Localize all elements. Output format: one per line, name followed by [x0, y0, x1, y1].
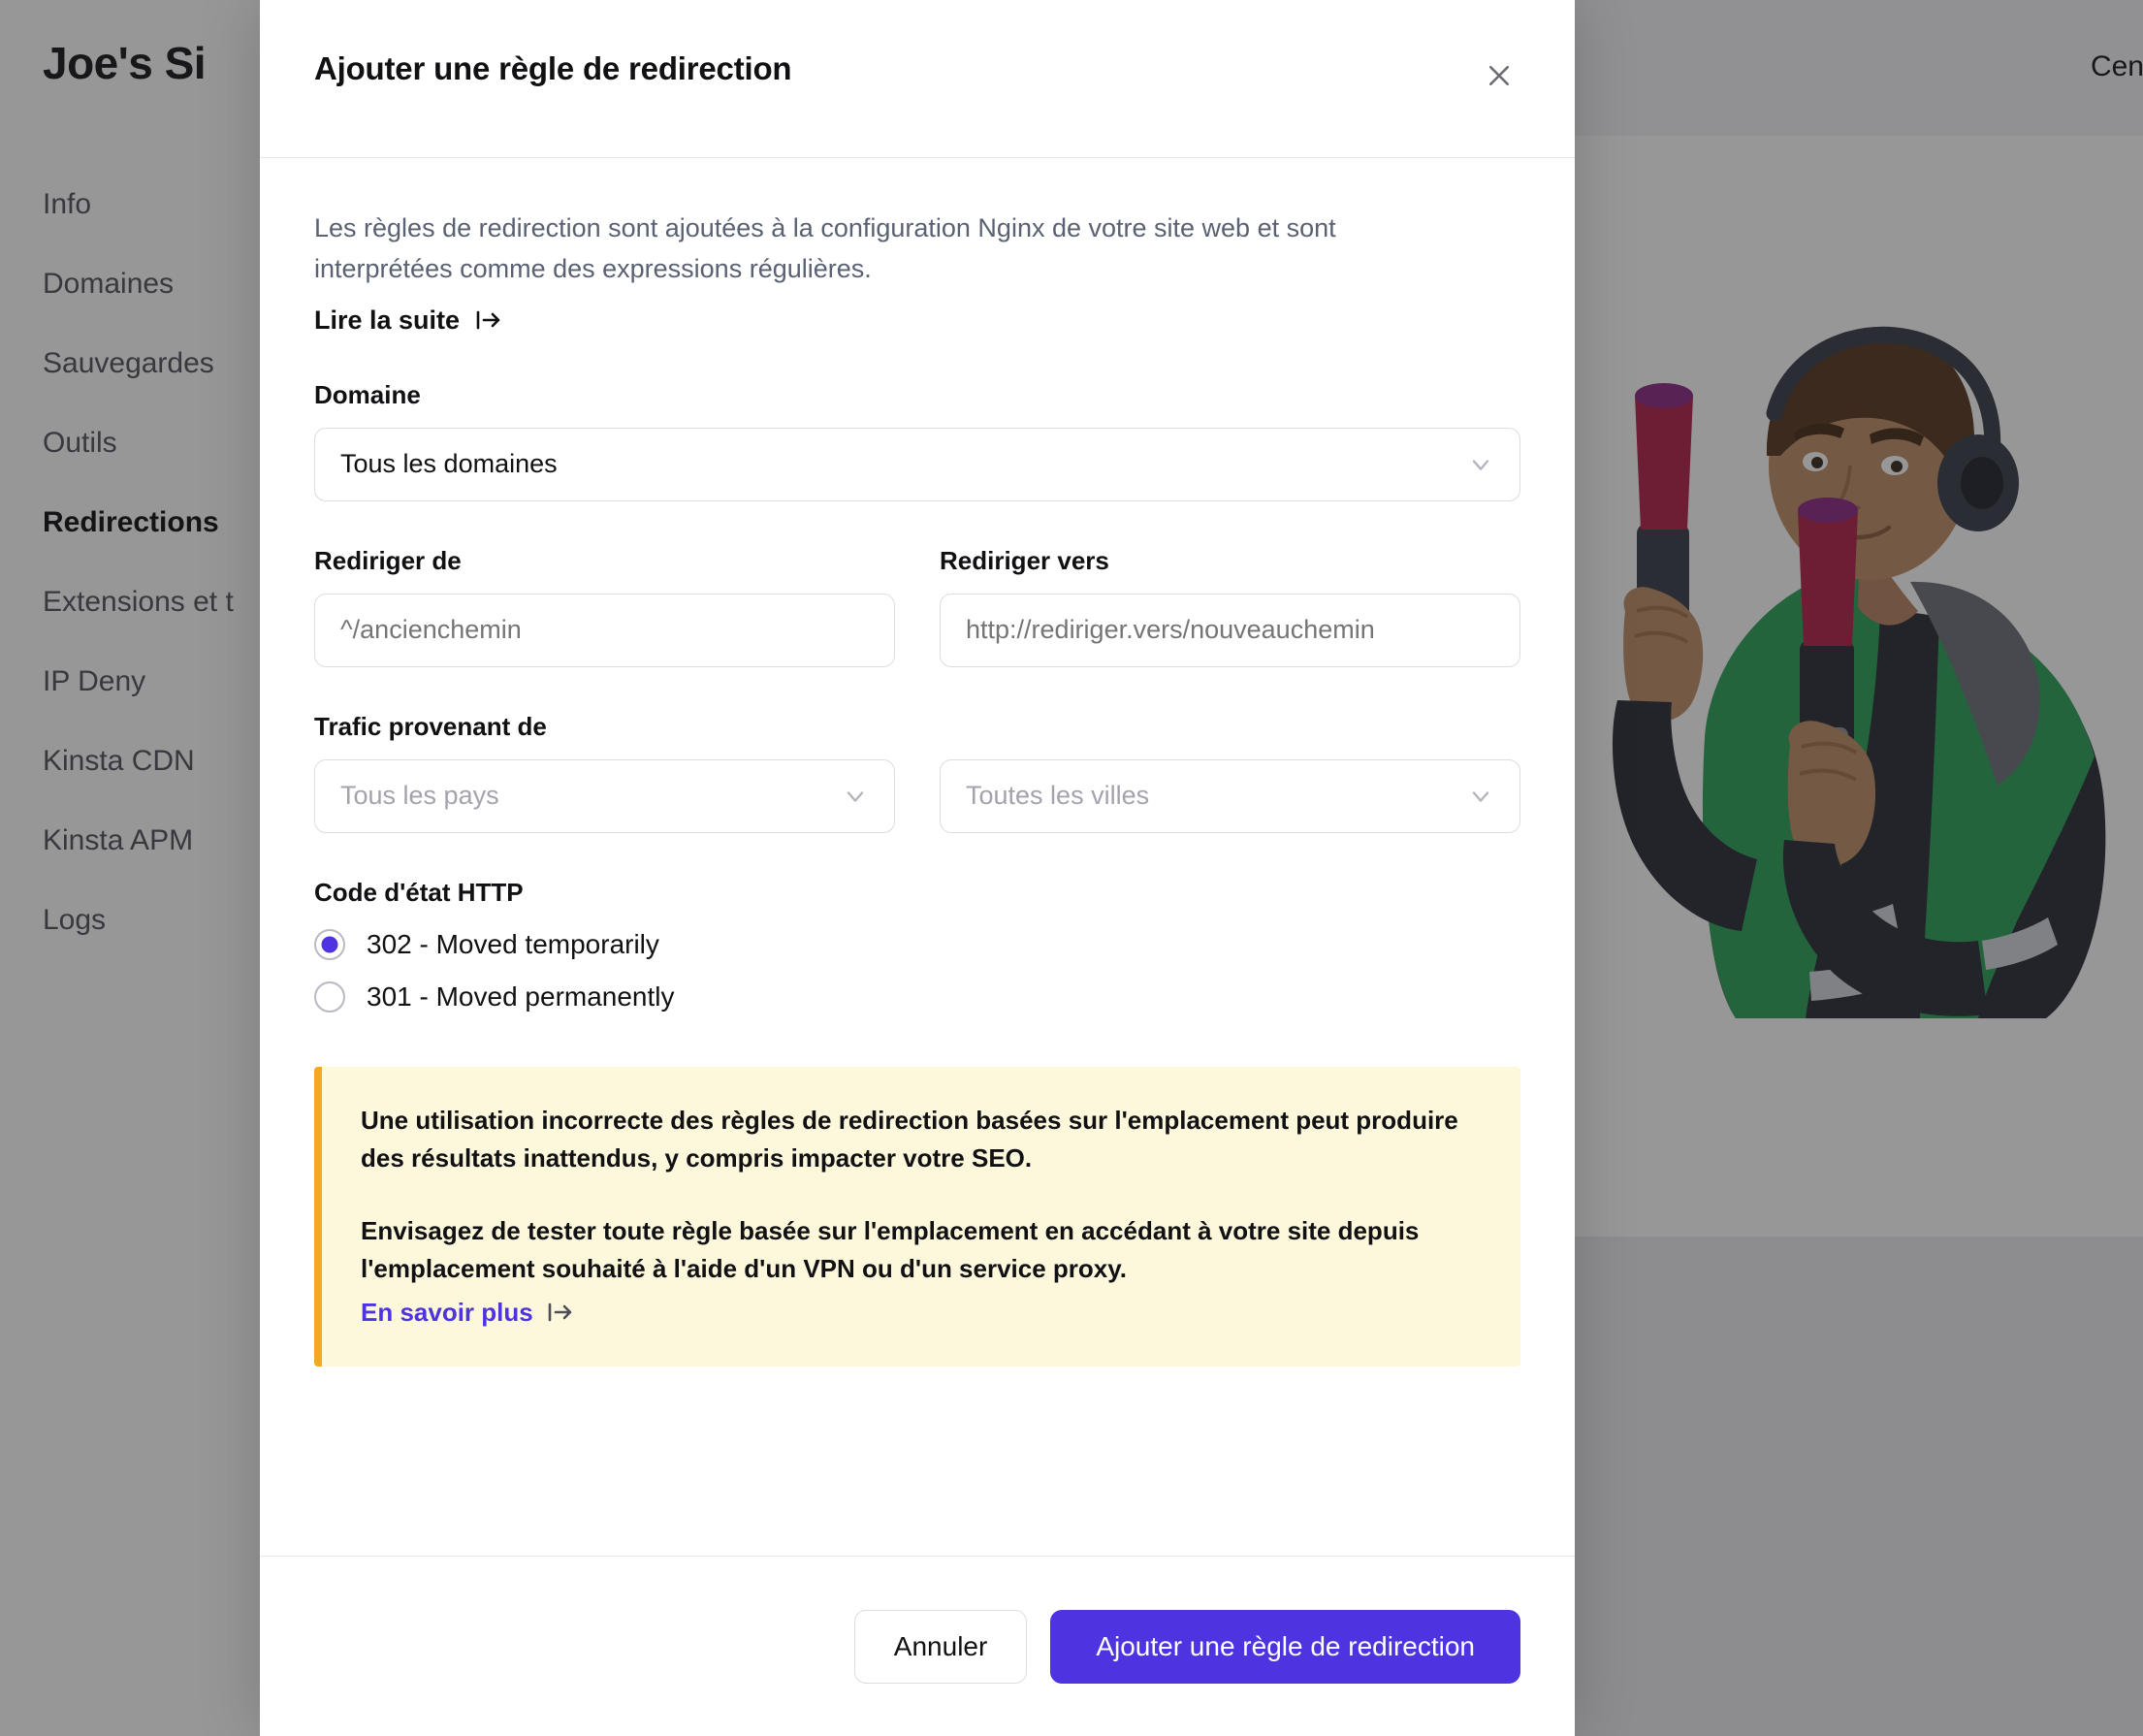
modal-intro-text: Les règles de redirection sont ajoutées … [314, 213, 1336, 283]
warning-paragraph-2: Envisagez de tester toute règle basée su… [361, 1215, 1420, 1283]
redirect-from-input[interactable] [314, 593, 895, 667]
external-link-icon [475, 308, 502, 332]
radio-301[interactable] [314, 981, 345, 1013]
learn-more-link[interactable]: En savoir plus [361, 1298, 574, 1328]
city-select[interactable]: Toutes les villes [940, 758, 1520, 833]
status-option-302-label: 302 - Moved temporarily [367, 928, 659, 959]
domain-select-value: Tous les domaines [340, 449, 558, 479]
modal-header: Ajouter une règle de redirection [260, 0, 1575, 158]
read-more-label: Lire la suite [314, 305, 461, 335]
http-status-group: Code d'état HTTP 302 - Moved temporarily… [314, 878, 1520, 1013]
redirect-fields-group: Rediriger de Rediriger vers [314, 546, 1520, 667]
domain-label: Domaine [314, 379, 421, 409]
country-select-value: Tous les pays [340, 781, 499, 811]
learn-more-label: En savoir plus [361, 1297, 533, 1327]
redirect-from-label: Rediriger de [314, 545, 462, 575]
status-option-301-label: 301 - Moved permanently [367, 981, 675, 1012]
domain-field-group: Domaine Tous les domaines [314, 380, 1520, 501]
http-status-label: Code d'état HTTP [314, 877, 524, 907]
chevron-down-icon [842, 783, 869, 810]
close-icon[interactable] [1474, 50, 1524, 101]
external-link-icon [547, 1301, 574, 1324]
modal-body: Les règles de redirection sont ajoutées … [260, 158, 1575, 1556]
status-option-302[interactable]: 302 - Moved temporarily [314, 928, 659, 960]
add-redirect-rule-modal: Ajouter une règle de redirection Les règ… [260, 0, 1575, 1736]
chevron-down-icon [1467, 783, 1494, 810]
city-select-value: Toutes les villes [966, 781, 1150, 811]
cancel-button[interactable]: Annuler [853, 1609, 1028, 1684]
submit-add-redirect-rule-button[interactable]: Ajouter une règle de redirection [1050, 1609, 1520, 1684]
traffic-origin-label: Trafic provenant de [314, 711, 547, 741]
redirect-to-group: Rediriger vers [940, 546, 1520, 667]
redirect-to-input[interactable] [940, 593, 1520, 667]
redirect-to-label: Rediriger vers [940, 545, 1109, 575]
warning-paragraph-1: Une utilisation incorrecte des règles de… [361, 1105, 1458, 1173]
chevron-down-icon [1467, 451, 1494, 478]
country-select[interactable]: Tous les pays [314, 758, 895, 833]
radio-302[interactable] [314, 928, 345, 960]
redirect-from-group: Rediriger de [314, 546, 895, 667]
modal-footer: Annuler Ajouter une règle de redirection [260, 1556, 1575, 1736]
read-more-link[interactable]: Lire la suite [314, 305, 502, 336]
warning-callout: Une utilisation incorrecte des règles de… [314, 1066, 1520, 1366]
domain-select[interactable]: Tous les domaines [314, 427, 1520, 501]
modal-title: Ajouter une règle de redirection [314, 50, 792, 86]
traffic-origin-group: Trafic provenant de Tous les pays Toutes… [314, 712, 1520, 833]
status-option-301[interactable]: 301 - Moved permanently [314, 981, 675, 1013]
